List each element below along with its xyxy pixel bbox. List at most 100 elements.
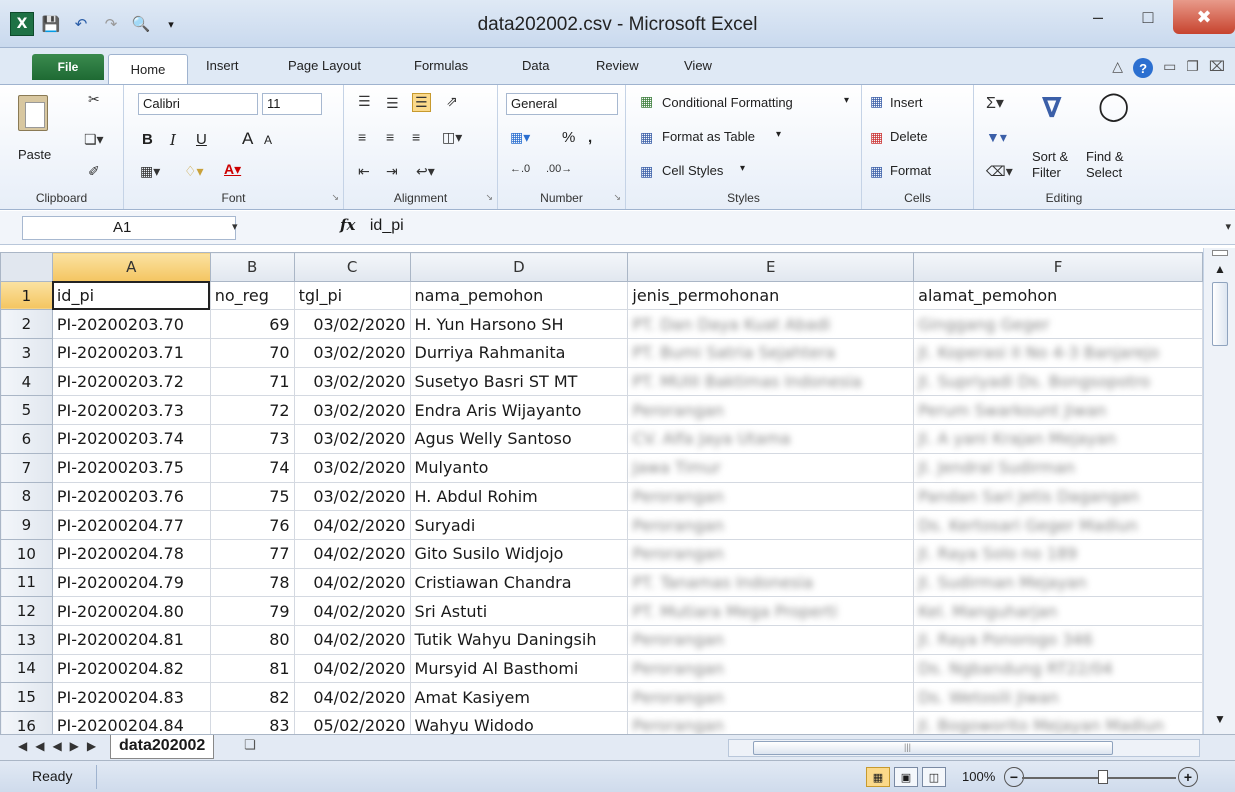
tab-page-layout[interactable]: Page Layout (288, 58, 361, 73)
cell-alamat-pemohon[interactable]: Jl. Supriyadi Ds. Bongsopotro (913, 366, 1203, 397)
zoom-in-icon[interactable]: + (1178, 767, 1198, 787)
cell-nama-pemohon[interactable]: H. Yun Harsono SH (409, 309, 629, 340)
cell-d1[interactable]: nama_pemohon (409, 280, 629, 311)
cell-id-pi[interactable]: PI-20200204.81 (51, 624, 211, 655)
cell-no-reg[interactable]: 79 (209, 596, 295, 626)
cell-c1[interactable]: tgl_pi (293, 280, 411, 311)
minimize-ribbon-icon[interactable]: △ (1112, 58, 1123, 78)
sort-filter-label-2[interactable]: Filter (1032, 165, 1061, 180)
cell-id-pi[interactable]: PI-20200204.80 (51, 596, 211, 626)
comma-button[interactable]: , (588, 129, 592, 146)
cell-alamat-pemohon[interactable]: Ginggang Geger (913, 309, 1203, 340)
cell-jenis-permohonan[interactable]: Perorangan (627, 538, 915, 569)
cell-nama-pemohon[interactable]: Tutik Wahyu Daningsih (409, 624, 629, 655)
fill-icon[interactable]: ▼▾ (986, 129, 1007, 146)
cell-no-reg[interactable]: 73 (209, 424, 295, 454)
cell-no-reg[interactable]: 74 (209, 452, 295, 483)
cell-jenis-permohonan[interactable]: Perorangan (627, 624, 915, 655)
clear-icon[interactable]: ⌫▾ (986, 163, 1013, 180)
borders-icon[interactable]: ▦▾ (140, 163, 160, 180)
cell-alamat-pemohon[interactable]: Perum Swarkount Jiwan (913, 395, 1203, 426)
cell-nama-pemohon[interactable]: Sri Astuti (409, 596, 629, 626)
cell-id-pi[interactable]: PI-20200203.72 (51, 366, 211, 397)
sheet-tab[interactable]: data202002 (110, 735, 215, 759)
cell-styles-icon[interactable]: ▦ (640, 163, 653, 180)
align-middle-icon[interactable]: ☰ (386, 95, 399, 112)
sort-filter-icon[interactable]: ∇ (1042, 91, 1062, 124)
format-cells-button[interactable]: Format (890, 163, 931, 178)
conditional-formatting-icon[interactable]: ▦ (640, 93, 653, 110)
column-header-c[interactable]: C (293, 252, 411, 282)
align-top-icon[interactable]: ☰ (358, 93, 371, 110)
cell-jenis-permohonan[interactable]: Perorangan (627, 510, 915, 540)
cell-id-pi[interactable]: PI-20200203.76 (51, 481, 211, 512)
cell-jenis-permohonan[interactable]: CV. Alfa Jaya Utama (627, 424, 915, 454)
cell-no-reg[interactable]: 78 (209, 567, 295, 598)
cell-tgl-pi[interactable]: 03/02/2020 (293, 366, 411, 397)
cell-tgl-pi[interactable]: 04/02/2020 (293, 510, 411, 540)
cell-tgl-pi[interactable]: 03/02/2020 (293, 452, 411, 483)
find-select-icon[interactable]: ◯ (1098, 89, 1129, 122)
normal-view-icon[interactable]: ▦ (866, 767, 890, 787)
font-name-select[interactable]: Calibri (138, 93, 258, 115)
tab-data[interactable]: Data (522, 58, 549, 73)
cell-alamat-pemohon[interactable]: Ds. Ngbandung RT22/04 (913, 653, 1203, 684)
cell-tgl-pi[interactable]: 03/02/2020 (293, 309, 411, 340)
merge-center-icon[interactable]: ◫▾ (442, 129, 462, 146)
tab-view[interactable]: View (684, 58, 712, 73)
delete-cells-button[interactable]: Delete (890, 129, 928, 144)
vertical-scroll-thumb[interactable] (1212, 282, 1228, 346)
align-bottom-icon[interactable]: ☰ (412, 93, 431, 112)
cell-id-pi[interactable]: PI-20200204.79 (51, 567, 211, 598)
column-header-f[interactable]: F (913, 252, 1203, 282)
cell-f1[interactable]: alamat_pemohon (913, 280, 1203, 311)
help-icon[interactable]: ? (1133, 58, 1154, 78)
scroll-up-icon[interactable]: ▲ (1214, 262, 1226, 276)
cell-tgl-pi[interactable]: 04/02/2020 (293, 567, 411, 598)
cell-jenis-permohonan[interactable]: Perorangan (627, 395, 915, 426)
cell-styles-dropdown-icon[interactable]: ▾ (740, 163, 745, 174)
tab-home[interactable]: Home (108, 54, 188, 84)
font-size-select[interactable]: 11 (262, 93, 322, 115)
name-box[interactable]: A1 (22, 216, 236, 240)
close-button[interactable]: ✖ (1173, 0, 1235, 34)
column-header-a[interactable]: A (51, 252, 211, 282)
conditional-formatting-button[interactable]: Conditional Formatting (662, 95, 793, 110)
cell-id-pi[interactable]: PI-20200203.70 (51, 309, 211, 340)
minimize-button[interactable]: ‒ (1073, 0, 1123, 34)
cell-id-pi[interactable]: PI-20200204.83 (51, 682, 211, 712)
formula-input[interactable]: id_pi (370, 217, 404, 234)
cell-alamat-pemohon[interactable]: Jl. A yani Krajan Mejayan (913, 424, 1203, 454)
cell-id-pi[interactable]: PI-20200203.73 (51, 395, 211, 426)
sheet-nav-icons[interactable]: ◀◀◀▶▶ (18, 739, 104, 753)
horizontal-scrollbar[interactable]: ||| (728, 739, 1200, 757)
shrink-font-button[interactable]: A (264, 133, 272, 147)
sort-filter-label-1[interactable]: Sort & (1032, 149, 1068, 164)
maximize-button[interactable]: □ (1123, 0, 1173, 34)
cell-nama-pemohon[interactable]: Mursyid Al Basthomi (409, 653, 629, 684)
cell-nama-pemohon[interactable]: Gito Susilo Widjojo (409, 538, 629, 569)
format-as-table-dropdown-icon[interactable]: ▾ (776, 129, 781, 140)
cell-jenis-permohonan[interactable]: PT. Dan Daya Kuat Abadi (627, 309, 915, 340)
conditional-formatting-dropdown-icon[interactable]: ▾ (844, 95, 849, 106)
row-header[interactable]: 14 (0, 653, 53, 684)
cell-a1[interactable]: id_pi (51, 280, 211, 311)
cell-no-reg[interactable]: 76 (209, 510, 295, 540)
increase-decimal-icon[interactable]: ←.0 (510, 163, 530, 175)
cell-tgl-pi[interactable]: 04/02/2020 (293, 624, 411, 655)
insert-cells-button[interactable]: Insert (890, 95, 923, 110)
cell-tgl-pi[interactable]: 04/02/2020 (293, 653, 411, 684)
scroll-down-icon[interactable]: ▼ (1214, 712, 1226, 726)
column-header-d[interactable]: D (409, 252, 629, 282)
column-header-b[interactable]: B (209, 252, 295, 282)
page-break-view-icon[interactable]: ◫ (922, 767, 946, 787)
cell-no-reg[interactable]: 72 (209, 395, 295, 426)
cell-jenis-permohonan[interactable]: Perorangan (627, 481, 915, 512)
workbook-restore-icon[interactable]: ❐ (1186, 58, 1199, 78)
cell-id-pi[interactable]: PI-20200203.74 (51, 424, 211, 454)
cell-nama-pemohon[interactable]: Durriya Rahmanita (409, 338, 629, 368)
cell-id-pi[interactable]: PI-20200203.71 (51, 338, 211, 368)
cell-nama-pemohon[interactable]: Cristiawan Chandra (409, 567, 629, 598)
cell-alamat-pemohon[interactable]: Jl. Raya Ponorogo 346 (913, 624, 1203, 655)
increase-indent-icon[interactable]: ⇥ (386, 163, 398, 180)
